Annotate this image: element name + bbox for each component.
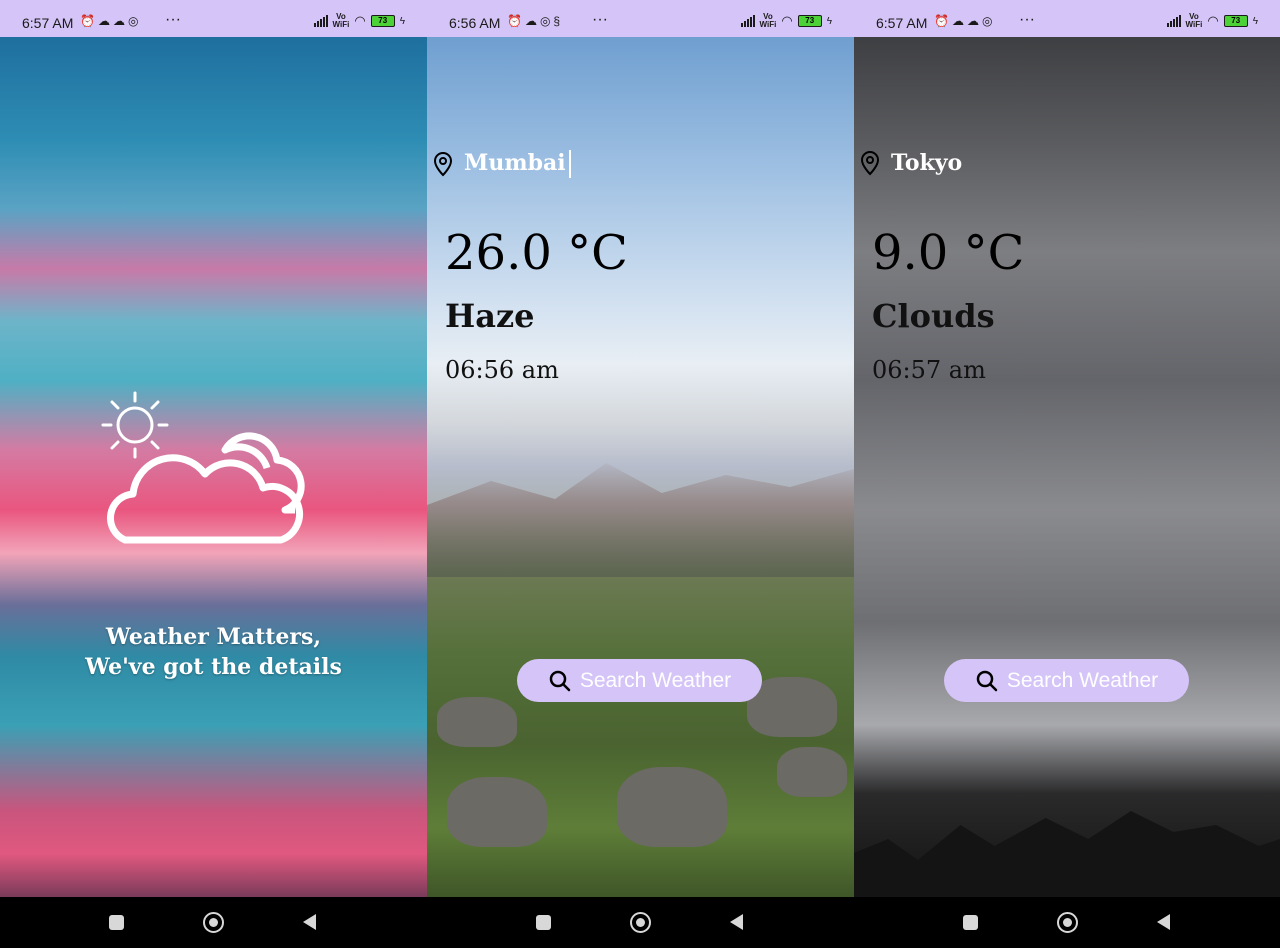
charging-icon: ϟ — [399, 15, 405, 27]
status-time: 6:57 AM — [876, 15, 928, 31]
status-right: Vo WiFi ◠ 73 ϟ — [313, 12, 405, 29]
weather-condition: Clouds — [872, 297, 995, 335]
battery-icon: 73 — [797, 15, 822, 27]
search-icon — [976, 670, 998, 691]
signal-icon — [1166, 15, 1181, 27]
battery-icon: 73 — [370, 15, 395, 27]
status-bar: 6:57 AM ⏰☁☁◎ ··· Vo WiFi ◠ 73 ϟ — [0, 0, 427, 37]
back-button[interactable] — [730, 914, 743, 930]
text-cursor — [568, 150, 571, 178]
weather-screen-tokyo: 6:57 AM ⏰☁☁◎ ··· Vo WiFi ◠ 73 ϟ Tokyo 9.0… — [854, 0, 1280, 948]
status-time: 6:57 AM — [22, 15, 74, 31]
mountain-range — [427, 463, 854, 577]
weather-screen-mumbai: 6:56 AM ⏰☁◎§ ··· Vo WiFi ◠ 73 ϟ Mumbai 26… — [427, 0, 854, 948]
search-weather-label: Search Weather — [579, 668, 732, 692]
local-time: 06:56 am — [445, 356, 559, 384]
status-right: Vo WiFi ◠ 73 ϟ — [1166, 12, 1258, 29]
weather-condition: Haze — [445, 297, 535, 335]
wifi-icon: ◠ — [781, 13, 793, 28]
location-field[interactable]: Mumbai — [432, 150, 571, 178]
search-weather-button[interactable]: Search Weather — [517, 659, 762, 702]
recents-button[interactable] — [963, 915, 978, 930]
status-bar: 6:57 AM ⏰☁☁◎ ··· Vo WiFi ◠ 73 ϟ — [854, 0, 1280, 37]
search-weather-button[interactable]: Search Weather — [944, 659, 1189, 702]
city-input[interactable]: Tokyo — [891, 150, 962, 176]
nav-bar — [0, 897, 427, 948]
wifi-icon: ◠ — [1207, 13, 1219, 28]
home-button[interactable] — [1057, 912, 1078, 933]
search-icon — [549, 670, 571, 691]
vowifi-icon: Vo WiFi — [332, 12, 350, 29]
more-notifications-icon: ··· — [165, 11, 181, 28]
wifi-icon: ◠ — [354, 13, 366, 28]
nav-bar — [854, 897, 1280, 948]
vowifi-icon: Vo WiFi — [1185, 12, 1203, 29]
signal-icon — [740, 15, 755, 27]
location-pin-icon — [860, 150, 880, 176]
location-field[interactable]: Tokyo — [859, 150, 962, 176]
rocks-foreground — [427, 597, 854, 877]
temperature: 26.0 °C — [445, 225, 628, 281]
back-button[interactable] — [1157, 914, 1170, 930]
tagline: Weather Matters, We've got the details — [0, 622, 427, 682]
recents-button[interactable] — [109, 915, 124, 930]
notification-icons: ⏰☁◎§ — [507, 14, 564, 28]
vowifi-icon: Vo WiFi — [759, 12, 777, 29]
home-button[interactable] — [630, 912, 651, 933]
status-bar: 6:56 AM ⏰☁◎§ ··· Vo WiFi ◠ 73 ϟ — [427, 0, 854, 37]
charging-icon: ϟ — [1252, 15, 1258, 27]
signal-icon — [313, 15, 328, 27]
city-input[interactable]: Mumbai — [464, 150, 571, 178]
tagline-line-2: We've got the details — [85, 654, 342, 680]
notification-icons: ⏰☁☁◎ — [80, 14, 142, 28]
nav-bar — [427, 897, 854, 948]
back-button[interactable] — [303, 914, 316, 930]
weather-logo-icon — [101, 391, 305, 544]
splash-screen: 6:57 AM ⏰☁☁◎ ··· Vo WiFi ◠ 73 ϟ Weather M… — [0, 0, 427, 948]
status-time: 6:56 AM — [449, 15, 501, 31]
tagline-line-1: Weather Matters, — [105, 624, 322, 650]
local-time: 06:57 am — [872, 356, 986, 384]
temperature: 9.0 °C — [872, 225, 1025, 281]
location-pin-icon — [433, 151, 453, 177]
more-notifications-icon: ··· — [592, 11, 608, 28]
battery-icon: 73 — [1223, 15, 1248, 27]
search-weather-label: Search Weather — [1006, 668, 1159, 692]
more-notifications-icon: ··· — [1019, 11, 1035, 28]
status-right: Vo WiFi ◠ 73 ϟ — [740, 12, 832, 29]
charging-icon: ϟ — [826, 15, 832, 27]
notification-icons: ⏰☁☁◎ — [934, 14, 996, 28]
home-button[interactable] — [203, 912, 224, 933]
recents-button[interactable] — [536, 915, 551, 930]
